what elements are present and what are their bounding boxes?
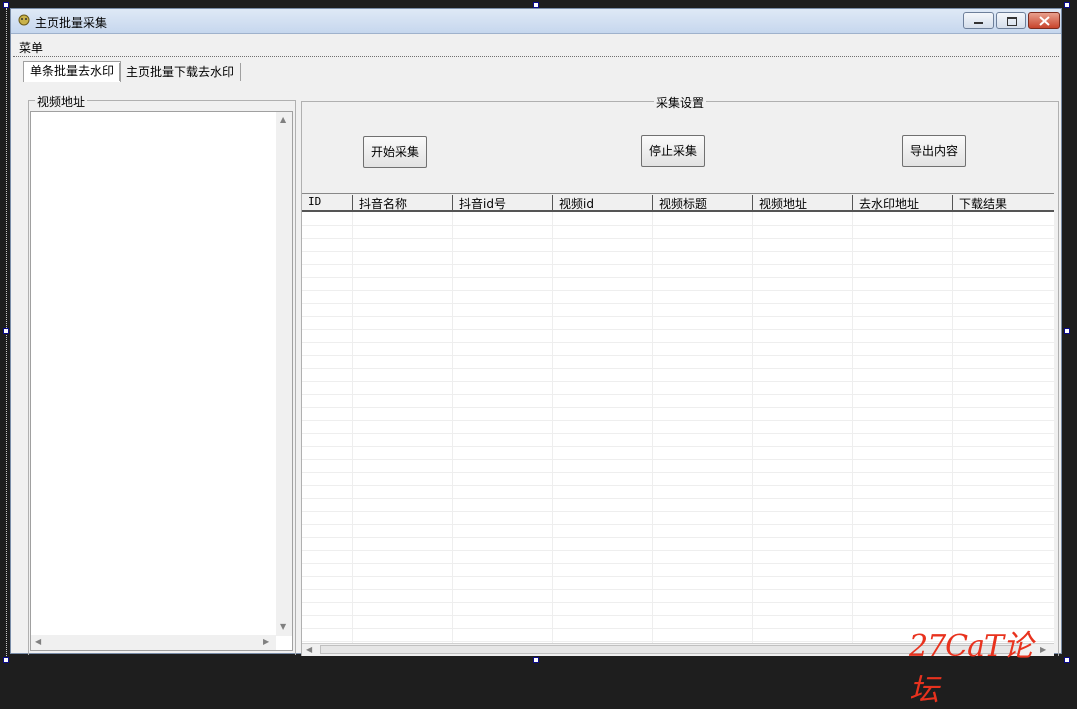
scroll-down-icon[interactable]: ▼ [280,622,286,631]
column-header-video-title[interactable]: 视频标题 [652,195,752,211]
app-icon [18,14,30,26]
table-scroll-left-icon[interactable]: ◀ [306,645,312,654]
tab-strip: 单条批量去水印 主页批量下载去水印 [11,57,1061,82]
maximize-icon [1007,17,1017,26]
title-bar[interactable]: 主页批量采集 [11,9,1061,34]
maximize-button[interactable] [996,12,1026,29]
column-header-download-result[interactable]: 下载结果 [952,195,1054,211]
table-header: ID 抖音名称 抖音id号 视频id 视频标题 视频地址 去水印地址 下载结果 [302,194,1054,212]
stop-collect-button[interactable]: 停止采集 [641,135,705,167]
tab-homepage-batch[interactable]: 主页批量下载去水印 [119,63,241,81]
video-url-textarea[interactable]: ▲ ▼ ◀ ▶ [30,111,293,651]
menu-bar: 菜单 [11,34,1061,57]
collection-settings-caption: 采集设置 [654,94,707,111]
resize-handle-mr[interactable] [1064,328,1070,334]
resize-handle-bl[interactable] [3,657,9,663]
close-button[interactable] [1028,12,1060,29]
column-header-video-url[interactable]: 视频地址 [752,195,852,211]
column-header-video-id[interactable]: 视频id [552,195,652,211]
minimize-icon [974,22,983,24]
watermark-text: 27CaT论坛 [909,629,1033,708]
resize-handle-tr[interactable] [1064,2,1070,8]
resize-handle-ml[interactable] [3,328,9,334]
textarea-vertical-scrollbar[interactable]: ▲ ▼ [276,112,292,636]
scroll-up-icon[interactable]: ▲ [280,115,286,124]
minimize-button[interactable] [963,12,994,29]
designer-border-left [6,8,7,660]
tab-single-batch[interactable]: 单条批量去水印 [23,61,122,82]
column-header-douyin-name[interactable]: 抖音名称 [352,195,452,211]
start-collect-button[interactable]: 开始采集 [363,136,427,168]
export-content-button[interactable]: 导出内容 [902,135,966,167]
column-header-nowatermark-url[interactable]: 去水印地址 [852,195,952,211]
column-header-id[interactable]: ID [302,195,352,210]
menu-item[interactable]: 菜单 [19,39,43,56]
table-grid-lines [302,212,1054,652]
results-table[interactable]: ID 抖音名称 抖音id号 视频id 视频标题 视频地址 去水印地址 下载结果 [302,193,1054,656]
resize-handle-bm[interactable] [533,657,539,663]
app-window: 主页批量采集 菜单 单条批量去水印 主页批量下载去水印 视频地址 ▲ ▼ ◀ ▶ [10,8,1062,708]
close-icon [1039,16,1050,26]
window-title: 主页批量采集 [35,16,108,30]
resize-handle-tl[interactable] [3,2,9,8]
resize-handle-br[interactable] [1064,657,1070,663]
video-url-caption: 视频地址 [35,93,88,110]
scroll-right-icon[interactable]: ▶ [263,637,269,646]
textarea-horizontal-scrollbar[interactable]: ◀ ▶ [31,635,276,650]
column-header-douyin-id[interactable]: 抖音id号 [452,195,552,211]
scroll-left-icon[interactable]: ◀ [35,637,41,646]
